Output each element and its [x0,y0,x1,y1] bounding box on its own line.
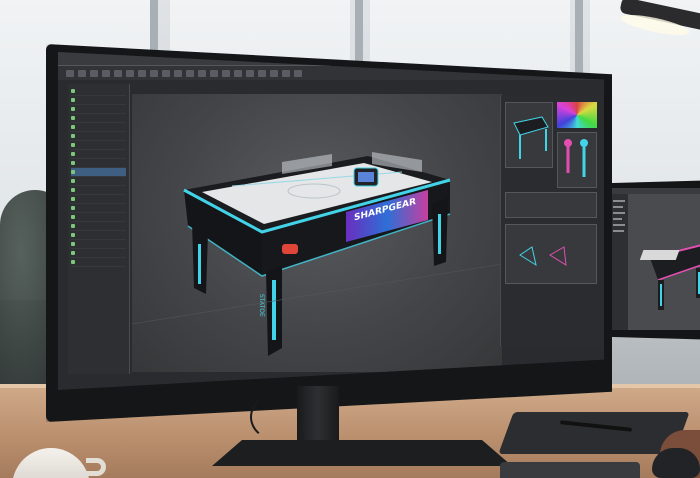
tool-icon[interactable] [174,69,182,77]
outliner-row[interactable] [71,105,126,114]
tool-icon[interactable] [102,69,110,77]
object-icon [71,152,75,156]
outliner-row[interactable] [71,249,126,258]
tool-icon[interactable] [90,69,98,77]
outliner-row[interactable] [71,123,126,132]
tool-icon[interactable] [282,69,290,77]
object-icon [71,170,75,174]
tool-icon[interactable] [66,69,74,77]
air-hockey-table-render: SHARPGEAR STATOE [131,152,503,356]
object-icon [71,143,75,147]
tool-icon[interactable] [198,69,206,77]
object-icon [71,215,75,219]
mug-handle [86,458,106,476]
monitor-stand-base [212,440,512,466]
tool-icon[interactable] [234,69,242,77]
main-screen: SHARPGEAR STATOE [58,52,604,390]
outliner-row[interactable] [71,159,126,168]
material-preview[interactable] [557,132,597,188]
outliner-row[interactable] [71,231,126,240]
outliner-row[interactable] [71,177,126,186]
tool-icon[interactable] [162,69,170,77]
object-icon [71,134,75,138]
object-icon [71,251,75,255]
outliner-row[interactable] [71,213,126,222]
cable [250,392,310,442]
preview-art [513,116,549,159]
goal-slot [282,244,298,254]
outliner-row-selected[interactable] [71,168,126,177]
model-preview[interactable] [505,102,553,168]
tool-icon[interactable] [210,69,218,77]
object-icon [71,107,75,111]
tool-icon[interactable] [246,69,254,77]
object-icon [71,242,75,246]
photo-scene: SHARPGEAR STATOE [0,0,700,478]
tool-icon[interactable] [222,69,230,77]
secondary-screen-art [610,188,700,330]
object-icon [71,89,75,93]
object-icon [71,197,75,201]
tool-icon[interactable] [270,69,278,77]
outliner-row[interactable] [71,114,126,123]
tool-icon[interactable] [258,69,266,77]
tool-icon[interactable] [138,69,146,77]
outliner-row[interactable] [71,258,126,267]
uv-preview[interactable] [505,224,597,284]
outliner-row[interactable] [71,87,126,96]
tool-icon[interactable] [294,69,302,77]
outliner-row[interactable] [71,222,126,231]
object-icon [71,224,75,228]
object-icon [71,233,75,237]
tool-icon[interactable] [186,69,194,77]
outliner-row[interactable] [71,240,126,249]
object-icon [71,179,75,183]
tool-icon[interactable] [150,69,158,77]
object-icon [71,98,75,102]
keyboard [500,462,640,478]
color-palette[interactable] [557,102,597,128]
mouse [652,448,700,478]
object-icon [71,188,75,192]
3d-viewport[interactable]: SHARPGEAR STATOE [131,94,503,372]
tool-icon[interactable] [126,69,134,77]
object-icon [71,161,75,165]
outliner-row[interactable] [71,141,126,150]
outliner-row[interactable] [71,186,126,195]
tool-icon[interactable] [114,69,122,77]
scene-outliner [68,84,130,374]
leg-text: STATOE [258,294,265,317]
tool-icon[interactable] [78,69,86,77]
object-icon [71,260,75,264]
uv-art [519,246,567,267]
object-icon [71,125,75,129]
outliner-row[interactable] [71,132,126,141]
outliner-row[interactable] [71,96,126,105]
material-art [564,139,588,177]
object-icon [71,116,75,120]
outliner-row[interactable] [71,195,126,204]
outliner-row[interactable] [71,150,126,159]
object-icon [71,206,75,210]
secondary-screen [610,188,700,330]
node-panel[interactable] [505,192,597,218]
properties-panel [500,96,604,346]
outliner-row[interactable] [71,204,126,213]
